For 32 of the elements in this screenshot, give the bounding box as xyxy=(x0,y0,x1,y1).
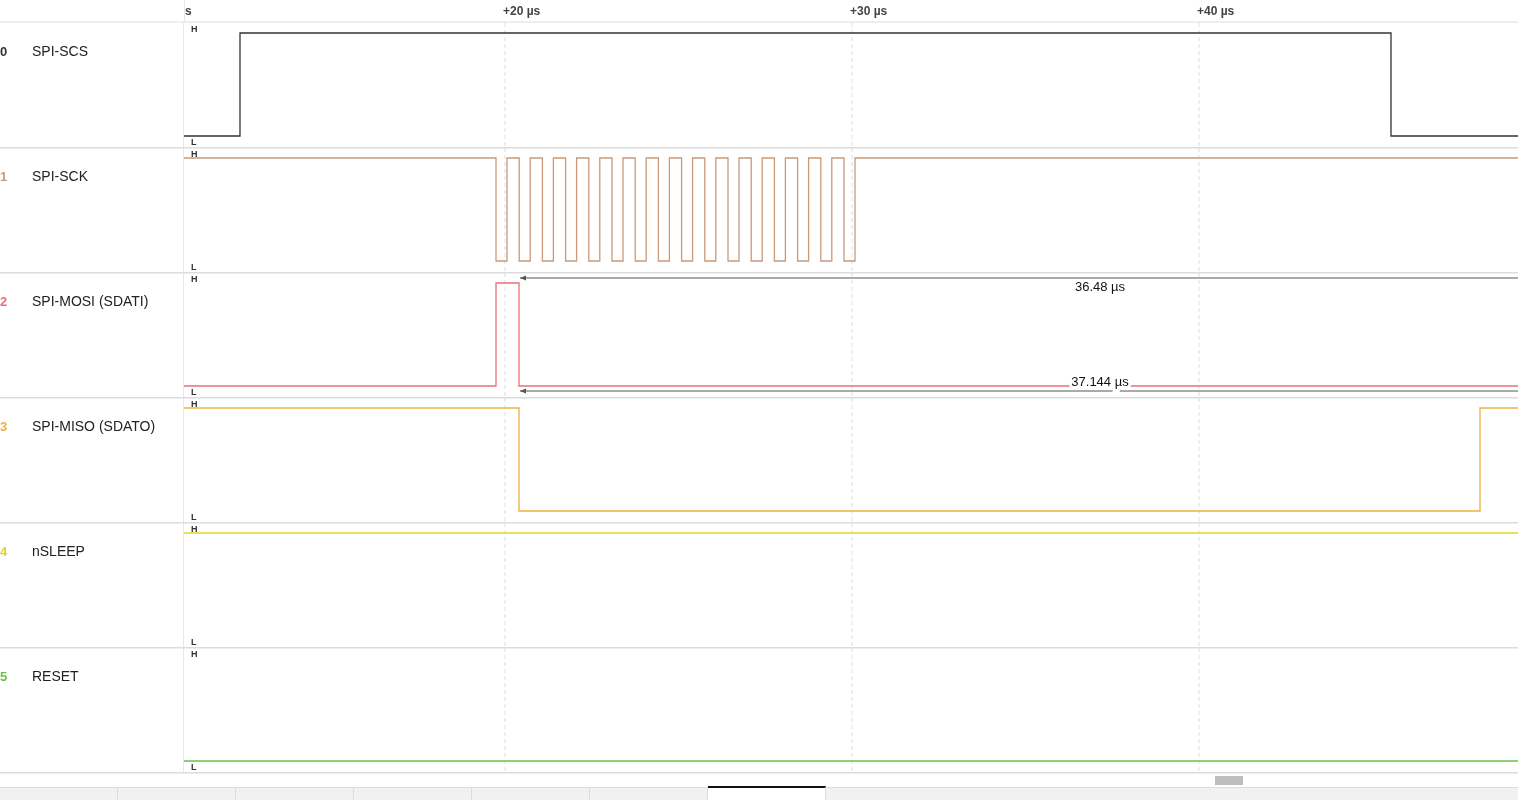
channel-number: 1 xyxy=(0,168,9,184)
channel-name: nSLEEP xyxy=(32,543,85,559)
channel-number: 5 xyxy=(0,668,9,684)
channel-name: SPI-MOSI (SDATI) xyxy=(32,293,149,309)
measurement-label: 36.48 µs xyxy=(1074,279,1126,294)
time-label: +40 µs xyxy=(1197,4,1235,18)
level-label: H xyxy=(191,24,198,34)
level-label: H xyxy=(191,149,198,159)
time-label: +20 µs xyxy=(503,4,541,18)
level-label: H xyxy=(191,649,198,659)
time-label: +30 µs xyxy=(850,4,888,18)
channel-number: 3 xyxy=(0,418,9,434)
level-label: H xyxy=(191,524,198,534)
level-label: L xyxy=(191,387,197,397)
channel-name: RESET xyxy=(32,668,79,684)
channel-number: 0 xyxy=(0,43,9,59)
time-label: s xyxy=(185,4,192,18)
level-label: L xyxy=(191,262,197,272)
level-label: L xyxy=(191,512,197,522)
level-label: L xyxy=(191,137,197,147)
channel-name: SPI-MISO (SDATO) xyxy=(32,418,156,434)
level-label: H xyxy=(191,399,198,409)
level-label: H xyxy=(191,274,198,284)
channel-number: 4 xyxy=(0,543,9,559)
channel-name: SPI-SCK xyxy=(32,168,88,184)
level-label: L xyxy=(191,762,197,772)
scrollbar-thumb[interactable] xyxy=(1215,775,1243,785)
channel-number: 2 xyxy=(0,293,9,309)
level-label: L xyxy=(191,637,197,647)
measurement-label: 37.144 µs xyxy=(1071,374,1129,389)
channel-name: SPI-SCS xyxy=(32,43,88,59)
bottom-tab[interactable] xyxy=(708,786,826,800)
